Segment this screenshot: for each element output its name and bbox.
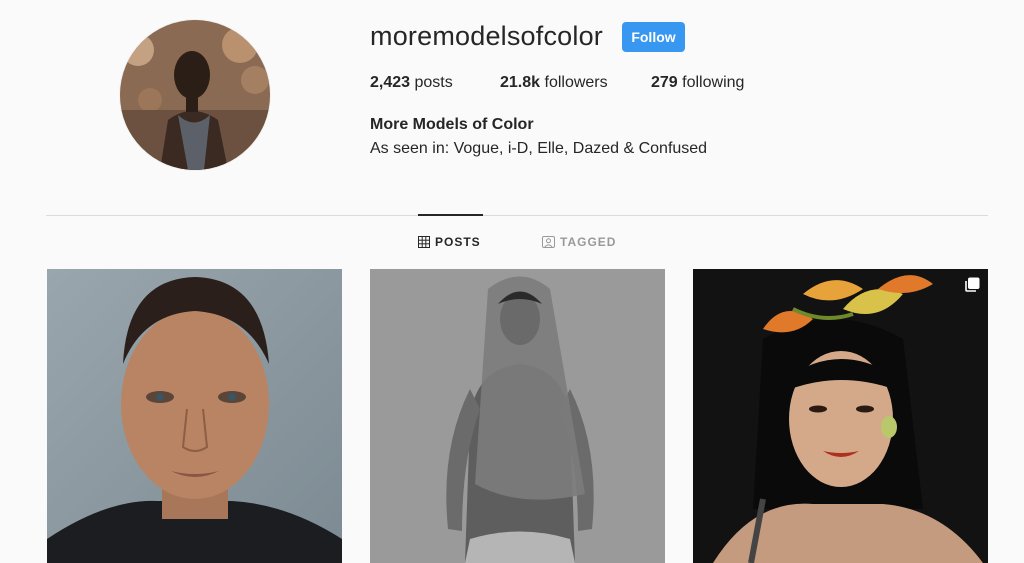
followers-stat[interactable]: 21.8k followers bbox=[500, 74, 608, 92]
post-photo bbox=[693, 269, 988, 563]
tab-tagged-label: TAGGED bbox=[560, 235, 617, 249]
post-photo bbox=[370, 269, 665, 563]
tab-posts-label: POSTS bbox=[435, 235, 481, 249]
avatar-photo bbox=[120, 20, 270, 170]
profile-username: moremodelsofcolor bbox=[370, 21, 603, 51]
tab-tagged[interactable]: TAGGED bbox=[542, 235, 616, 249]
post-thumbnail[interactable] bbox=[693, 269, 988, 563]
following-stat[interactable]: 279 following bbox=[651, 74, 744, 92]
followers-count: 21.8k bbox=[500, 74, 541, 91]
multiple-photos-icon bbox=[964, 277, 980, 293]
post-thumbnail[interactable] bbox=[47, 269, 342, 563]
post-photo bbox=[47, 269, 342, 563]
profile-full-name: More Models of Color bbox=[370, 116, 534, 133]
grid-icon bbox=[418, 236, 430, 248]
posts-stat: 2,423 posts bbox=[370, 74, 453, 92]
followers-label: followers bbox=[544, 74, 608, 91]
tab-posts[interactable]: POSTS bbox=[418, 235, 481, 249]
following-label: following bbox=[682, 74, 745, 91]
profile-page: moremodelsofcolor Follow 2,423 posts 21.… bbox=[0, 0, 1024, 563]
follow-button[interactable]: Follow bbox=[622, 22, 685, 52]
active-tab-indicator bbox=[418, 214, 483, 216]
post-thumbnail[interactable] bbox=[370, 269, 665, 563]
posts-count: 2,423 bbox=[370, 74, 411, 91]
profile-avatar[interactable] bbox=[120, 20, 270, 170]
following-count: 279 bbox=[651, 74, 678, 91]
posts-label: posts bbox=[414, 74, 453, 91]
tabs-divider bbox=[46, 215, 988, 216]
tagged-person-icon bbox=[542, 236, 555, 248]
profile-bio: As seen in: Vogue, i-D, Elle, Dazed & Co… bbox=[370, 140, 708, 157]
